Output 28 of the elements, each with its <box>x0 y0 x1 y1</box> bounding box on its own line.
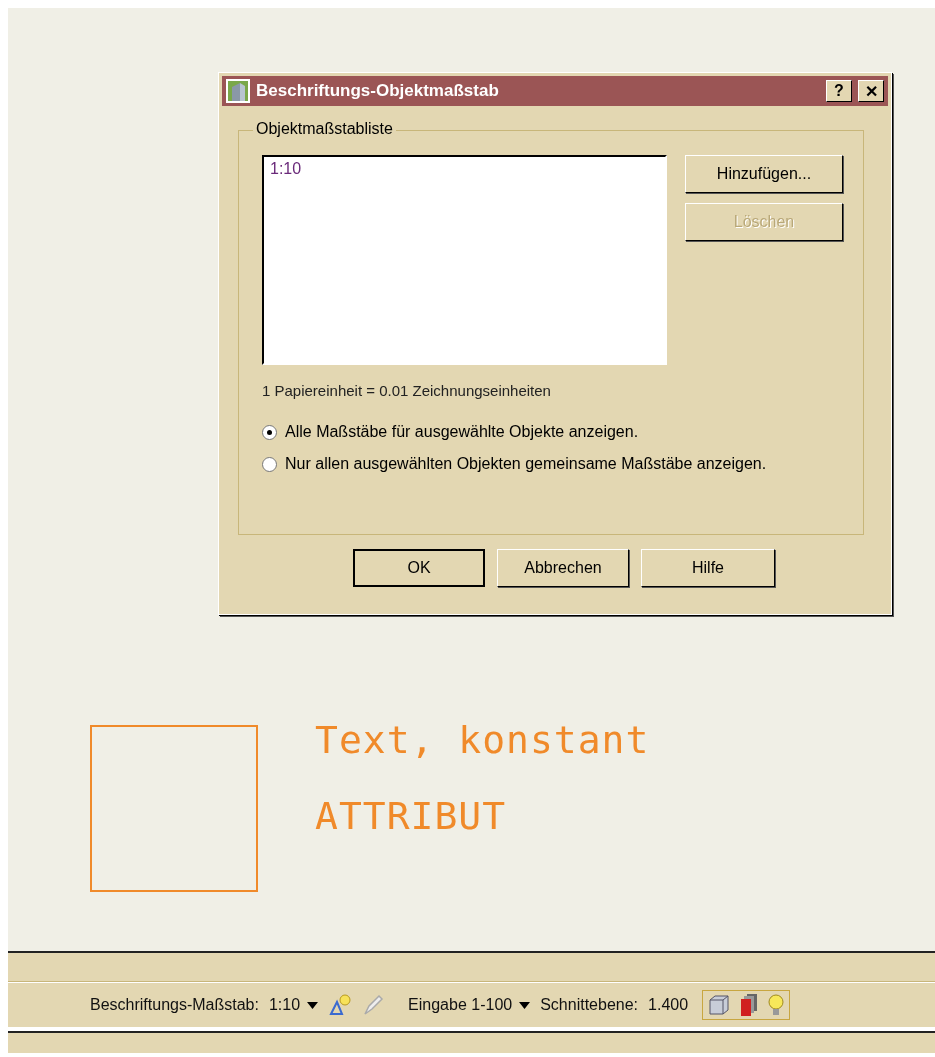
status-label: Schnittebene: <box>540 996 639 1014</box>
option-label[interactable]: Alle Maßstäbe für ausgewählte Objekte anzeigen. <box>285 423 639 441</box>
group-label: Objektmaßstabliste <box>253 120 396 138</box>
status-label: Beschriftungs-Maßstab: <box>90 996 259 1014</box>
cube-icon[interactable] <box>707 993 732 1017</box>
drawing-text: ATTRIBUT <box>315 794 507 838</box>
input-mode[interactable]: Eingabe 1-100 <box>408 996 513 1014</box>
scale-value[interactable]: 1:10 <box>268 996 301 1014</box>
bulb-icon[interactable] <box>767 993 786 1017</box>
radio-button[interactable] <box>262 424 277 440</box>
list-item[interactable]: 1:10 <box>268 159 304 179</box>
help-button[interactable]: ? <box>826 80 852 102</box>
dialog-button[interactable]: OK <box>353 549 485 587</box>
caret-icon[interactable] <box>307 1001 319 1009</box>
info-text: 1 Papiereinheit = 0.01 Zeichnungseinheiten <box>262 382 552 399</box>
annotation-bulb-icon[interactable] <box>328 993 353 1017</box>
building-icon <box>226 79 250 103</box>
section-value: 1.400 <box>648 996 689 1014</box>
radio-button[interactable] <box>262 456 277 472</box>
window-title: Beschriftungs-Objektmaßstab <box>256 81 500 101</box>
scale-list[interactable]: 1:10 <box>262 155 667 365</box>
drawing-text: Text, konstant <box>315 718 650 762</box>
dialog-button[interactable]: Abbrechen <box>497 549 629 587</box>
side-button[interactable]: Hinzufügen... <box>685 155 843 193</box>
option-label[interactable]: Nur allen ausgewählten Objekten gemeinsame Maßstäbe anzeigen. <box>285 455 767 473</box>
caret-icon[interactable] <box>519 1001 531 1009</box>
dialog-button[interactable]: Hilfe <box>641 549 775 587</box>
close-button[interactable]: ✕ <box>858 80 884 102</box>
